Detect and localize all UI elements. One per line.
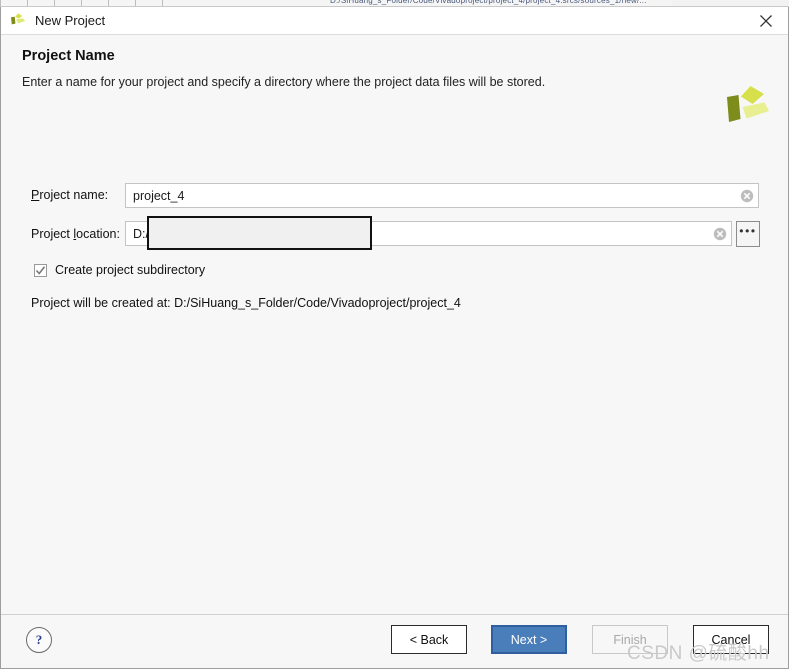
toolbar-divider [108,0,109,6]
page-title: Project Name [22,48,115,64]
help-button[interactable]: ? [26,627,52,653]
project-name-input[interactable]: project_4 [125,183,759,208]
back-button-label: < Back [409,632,449,647]
xilinx-logo-icon [724,84,770,136]
close-icon[interactable] [744,7,788,35]
background-window-title: D:/SiHuang_s_Folder/Code/Vivadoproject/p… [330,0,647,5]
clear-circle-x-icon[interactable] [736,184,758,207]
ellipsis-browse-icon[interactable]: ••• [736,221,760,247]
dialog-title: New Project [35,13,106,28]
background-window-strip: D:/SiHuang_s_Folder/Code/Vivadoproject/p… [0,0,789,7]
toolbar-divider [54,0,55,6]
dialog-footer: ? < Back Next > Finish Cancel [1,615,788,668]
toolbar-divider [135,0,136,6]
next-button-label: Next > [510,632,548,647]
created-at-path: Project will be created at: D:/SiHuang_s… [31,296,461,310]
next-button[interactable]: Next > [491,625,567,654]
project-name-value: project_4 [133,188,185,203]
finish-button: Finish [592,625,668,654]
dialog-content: Project Name Enter a name for your proje… [1,35,788,615]
location-redaction-mask [147,216,372,250]
project-location-label: Project location: [31,227,120,241]
toolbar-divider [0,0,1,6]
finish-button-label: Finish [613,632,647,647]
project-location-label-pre: Project [31,227,74,241]
dialog-titlebar: New Project [1,7,788,35]
new-project-dialog: New Project Project Name Enter a name fo… [0,7,789,669]
cancel-button[interactable]: Cancel [693,625,769,654]
toolbar-divider [27,0,28,6]
toolbar-divider [162,0,163,6]
toolbar-divider [81,0,82,6]
vivado-logo-icon [9,12,27,30]
create-subdirectory-checkbox[interactable]: Create project subdirectory [34,263,205,277]
project-name-label: Project name: [31,188,108,202]
create-subdirectory-label: Create project subdirectory [55,263,206,277]
page-description: Enter a name for your project and specif… [22,75,546,89]
cancel-button-label: Cancel [711,632,751,647]
checkbox-box [34,263,47,277]
clear-circle-x-icon[interactable] [709,222,731,245]
project-location-label-post: ocation: [76,227,120,241]
project-name-label-rest: roject name: [39,188,109,202]
back-button[interactable]: < Back [391,625,467,654]
